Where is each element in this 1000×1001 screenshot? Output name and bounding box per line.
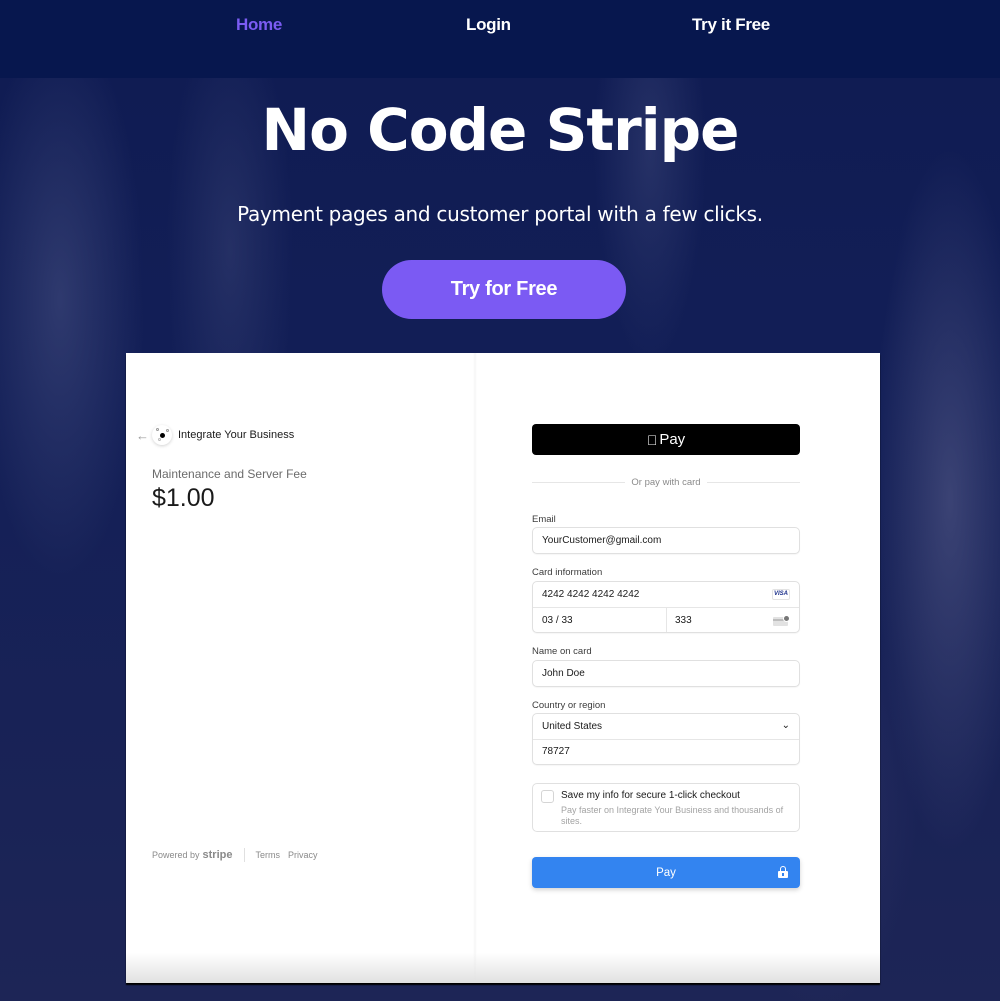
chevron-down-icon[interactable]: ⌄ xyxy=(782,720,790,731)
email-value: YourCustomer@gmail.com xyxy=(542,535,662,546)
merchant-name: Integrate Your Business xyxy=(178,429,295,441)
checkout-preview: ← Integrate Your Business Maintenance an… xyxy=(126,353,880,983)
email-label: Email xyxy=(532,514,556,525)
cvc-card-icon xyxy=(773,615,790,626)
visa-icon: VISA xyxy=(772,589,790,600)
back-arrow-icon[interactable]: ← xyxy=(136,428,152,443)
card-info-group: 4242 4242 4242 4242 VISA 03 / 33 333 xyxy=(532,581,800,633)
terms-link[interactable]: Terms xyxy=(256,850,281,860)
merchant-header[interactable]: ← Integrate Your Business xyxy=(136,424,294,446)
apple-pay-label: Pay xyxy=(654,431,685,448)
save-info-checkbox[interactable] xyxy=(541,790,554,803)
apple-pay-button[interactable]:  Pay xyxy=(532,424,800,455)
card-cvc-field[interactable]: 333 xyxy=(675,615,692,626)
product-name: Maintenance and Server Fee xyxy=(152,467,307,481)
zip-field[interactable]: 78727 xyxy=(542,746,570,757)
country-label: Country or region xyxy=(532,700,606,711)
hero-subtitle: Payment pages and customer portal with a… xyxy=(237,202,763,226)
nav-home-link[interactable]: Home xyxy=(236,15,282,35)
apple-logo-icon:  xyxy=(647,432,658,448)
powered-by-text: Powered by xyxy=(152,850,200,860)
pay-label: Pay xyxy=(656,866,676,879)
privacy-link[interactable]: Privacy xyxy=(288,850,318,860)
footer-separator xyxy=(243,848,245,862)
email-field[interactable]: YourCustomer@gmail.com xyxy=(532,527,800,554)
nav-login-link[interactable]: Login xyxy=(466,15,511,35)
name-on-card-label: Name on card xyxy=(532,646,592,657)
country-group: United States ⌄ 78727 xyxy=(532,713,800,765)
panel-divider xyxy=(473,353,477,983)
pay-button[interactable]: Pay xyxy=(532,857,800,888)
nav-try-free-link[interactable]: Try it Free xyxy=(692,15,770,35)
lock-icon xyxy=(778,866,788,878)
name-on-card-field[interactable]: John Doe xyxy=(532,660,800,687)
save-info-title: Save my info for secure 1-click checkout xyxy=(561,790,740,801)
save-info-description: Pay faster on Integrate Your Business an… xyxy=(561,805,784,826)
card-expiry-field[interactable]: 03 / 33 xyxy=(542,615,573,626)
checkout-footer: Powered by stripe Terms Privacy xyxy=(152,848,326,862)
card-number-field[interactable]: 4242 4242 4242 4242 xyxy=(542,589,639,600)
order-summary-panel: ← Integrate Your Business Maintenance an… xyxy=(126,353,475,983)
stripe-logo[interactable]: stripe xyxy=(203,849,233,861)
hero-title: No Code Stripe xyxy=(261,96,740,164)
card-info-label: Card information xyxy=(532,567,603,578)
try-for-free-button[interactable]: Try for Free xyxy=(382,260,626,319)
name-on-card-value: John Doe xyxy=(542,668,585,679)
country-select[interactable]: United States xyxy=(542,721,602,732)
or-pay-with-card-text: Or pay with card xyxy=(631,477,701,488)
save-info-box: Save my info for secure 1-click checkout… xyxy=(532,783,800,832)
product-price: $1.00 xyxy=(152,484,215,512)
merchant-logo-icon xyxy=(152,425,172,445)
top-nav: Home Login Try it Free xyxy=(0,0,1000,78)
or-divider: Or pay with card xyxy=(532,477,801,488)
